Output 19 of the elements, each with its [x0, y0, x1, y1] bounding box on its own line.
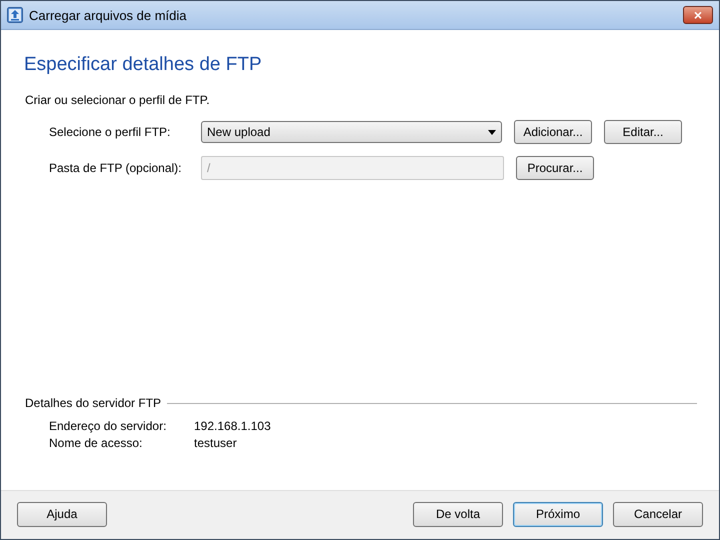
dropdown-arrow-icon [488, 130, 496, 134]
field-label: Selecione o perfil FTP: [49, 125, 172, 139]
help-button[interactable]: Ajuda [17, 502, 107, 526]
nav-button[interactable]: Cancelar [613, 502, 703, 526]
detail-label: Endereço do servidor: [49, 419, 168, 433]
upload-icon [7, 7, 23, 23]
field-label: Pasta de FTP (opcional): [49, 161, 183, 175]
page-heading: Especificar detalhes de FTP [24, 54, 263, 76]
profile-button[interactable]: Adicionar... [514, 120, 592, 144]
profile-button[interactable]: Editar... [604, 120, 682, 144]
intro-text: Criar ou selecionar o perfil de FTP. [25, 93, 211, 107]
detail-label: Nome de acesso: [49, 436, 144, 450]
detail-value: testuser [194, 436, 237, 450]
window-title: Carregar arquivos de mídia [29, 8, 188, 22]
profile-dropdown[interactable]: New upload [201, 121, 502, 143]
nav-button[interactable]: Próximo [513, 502, 603, 526]
group-title: Detalhes do servidor FTP [25, 396, 162, 410]
detail-value: 192.168.1.103 [194, 419, 271, 433]
nav-button[interactable]: De volta [413, 502, 503, 526]
